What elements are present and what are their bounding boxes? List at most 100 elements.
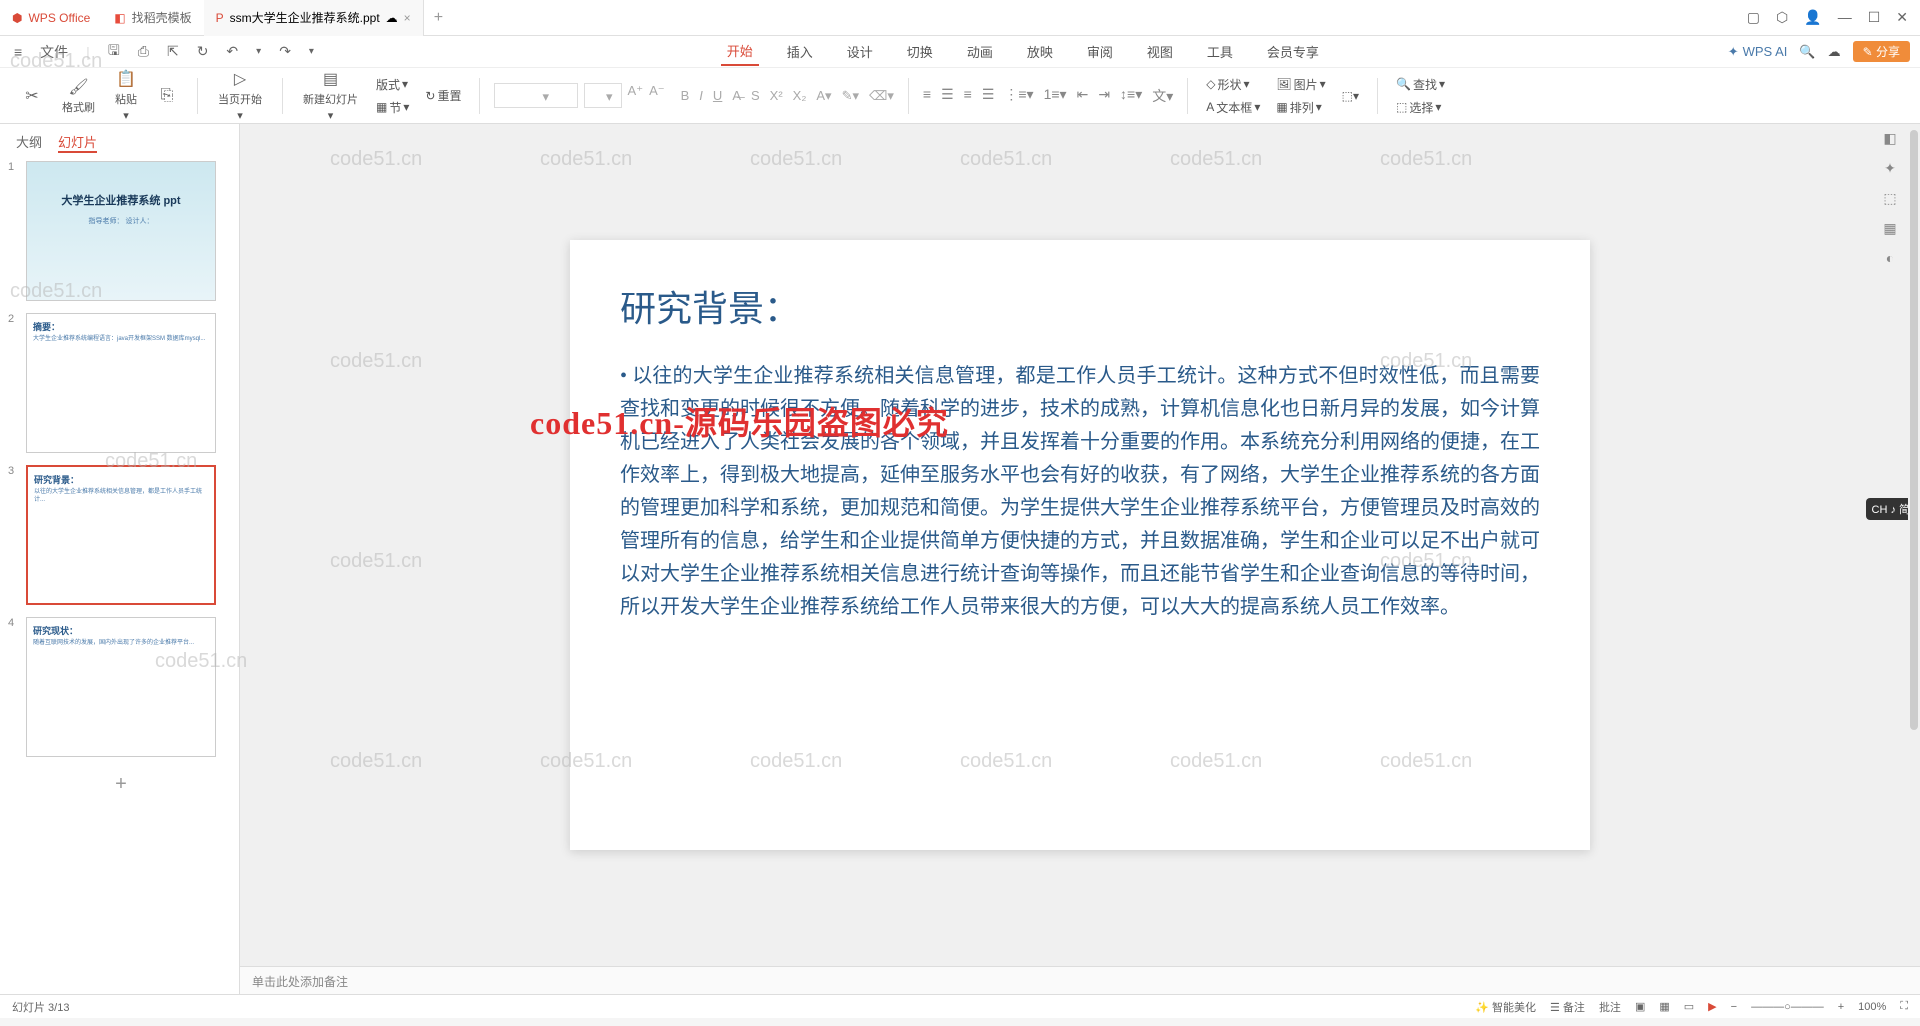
tab-view[interactable]: 视图: [1141, 38, 1179, 65]
subscript-button[interactable]: X₂: [793, 88, 807, 104]
tab-start[interactable]: 开始: [721, 37, 759, 66]
thumb-4[interactable]: 4 研究现状：随着互联网技术的发展，国内外出现了许多的企业推荐平台...: [8, 617, 231, 757]
indent-increase-icon[interactable]: ⇥: [1098, 86, 1110, 106]
paste-button[interactable]: 📋粘贴 ▾: [109, 69, 143, 122]
cloud-sync-icon[interactable]: ☁: [1828, 44, 1841, 60]
app-tab-template[interactable]: ◧ 找稻壳模板: [102, 0, 203, 36]
textbox-button[interactable]: A 文本框 ▾: [1202, 97, 1264, 118]
wps-ai-button[interactable]: ✦ WPS AI: [1728, 44, 1788, 60]
superscript-button[interactable]: X²: [770, 88, 783, 104]
user-icon[interactable]: 👤: [1804, 9, 1821, 26]
italic-button[interactable]: I: [699, 88, 703, 104]
view-normal-icon[interactable]: ▣: [1635, 1000, 1645, 1013]
notes-toggle[interactable]: ☰ 备注: [1550, 999, 1585, 1015]
app-tab-wps[interactable]: ⬢ WPS Office: [0, 0, 102, 36]
justify-icon[interactable]: ☰: [982, 86, 995, 106]
strike-button[interactable]: S: [751, 88, 760, 104]
strikethrough-button[interactable]: A̶: [732, 88, 741, 104]
print-icon[interactable]: ⎙: [134, 41, 153, 62]
find-button[interactable]: 🔍 查找 ▾: [1392, 74, 1449, 95]
align-center-icon[interactable]: ☰: [941, 86, 954, 106]
font-size-select[interactable]: ▾: [584, 83, 622, 108]
bold-button[interactable]: B: [681, 88, 690, 104]
side-tool-1[interactable]: ◧: [1880, 130, 1900, 150]
export-icon[interactable]: ⇱: [163, 41, 183, 62]
notes-input[interactable]: 单击此处添加备注: [240, 966, 1920, 994]
tab-animation[interactable]: 动画: [961, 38, 999, 65]
side-tool-3[interactable]: ⬚: [1880, 190, 1900, 210]
reset-button[interactable]: ↻ 重置: [421, 85, 465, 106]
maximize-button[interactable]: ☐: [1868, 9, 1881, 26]
font-color-button[interactable]: A▾: [816, 88, 831, 104]
format-painter-button[interactable]: 🖌格式刷: [56, 77, 101, 115]
save-icon[interactable]: 🖫: [104, 38, 124, 66]
scrollbar-thumb[interactable]: [1910, 130, 1918, 730]
font-family-select[interactable]: ▾: [494, 83, 578, 108]
line-spacing-icon[interactable]: ↕≡▾: [1120, 86, 1142, 106]
select-button[interactable]: ⬚ 选择 ▾: [1392, 97, 1449, 118]
slide-title[interactable]: 研究背景：: [620, 280, 1540, 332]
layout-button[interactable]: 版式 ▾: [372, 74, 413, 95]
zoom-label[interactable]: 100%: [1858, 1001, 1886, 1013]
close-window-button[interactable]: ✕: [1896, 9, 1908, 26]
text-direction-icon[interactable]: 文▾: [1152, 86, 1173, 106]
outline-tab[interactable]: 大纲: [16, 132, 42, 153]
zoom-out-icon[interactable]: −: [1731, 1001, 1737, 1013]
share-button[interactable]: ✎ 分享: [1853, 41, 1910, 62]
thumb-1[interactable]: 1 大学生企业推荐系统 ppt指导老师： 设计人：: [8, 161, 231, 301]
window-box-icon[interactable]: ▢: [1747, 9, 1760, 26]
slide-canvas[interactable]: 研究背景： 以往的大学生企业推荐系统相关信息管理，都是工作人员手工统计。这种方式…: [570, 240, 1590, 850]
align-left-icon[interactable]: ≡: [923, 86, 931, 106]
refresh-icon[interactable]: ↻: [193, 41, 213, 62]
view-sorter-icon[interactable]: ▦: [1659, 1000, 1669, 1013]
hamburger-icon[interactable]: ≡: [10, 42, 26, 62]
close-tab-icon[interactable]: ×: [404, 11, 411, 25]
tab-tools[interactable]: 工具: [1201, 38, 1239, 65]
undo-icon[interactable]: ↶: [222, 41, 242, 62]
tab-insert[interactable]: 插入: [781, 38, 819, 65]
side-tool-4[interactable]: ▦: [1880, 220, 1900, 240]
arrange-button[interactable]: ▦ 排列 ▾: [1272, 97, 1329, 118]
cut-button[interactable]: ✂: [16, 86, 48, 106]
tab-slideshow[interactable]: 放映: [1021, 38, 1059, 65]
new-tab-button[interactable]: +: [424, 9, 453, 27]
tab-design[interactable]: 设计: [841, 38, 879, 65]
minimize-button[interactable]: —: [1838, 9, 1852, 26]
side-tool-5[interactable]: ◐: [1880, 250, 1900, 270]
section-button[interactable]: ▦ 节 ▾: [372, 97, 413, 118]
app-tab-file[interactable]: P ssm大学生企业推荐系统.ppt ☁ ×: [204, 0, 424, 36]
side-tool-2[interactable]: ✦: [1880, 160, 1900, 180]
tab-transition[interactable]: 切换: [901, 38, 939, 65]
comments-toggle[interactable]: 批注: [1599, 999, 1621, 1015]
increase-font-icon[interactable]: A⁺: [628, 83, 644, 108]
style-button[interactable]: ⬚▾: [1338, 87, 1363, 105]
fit-icon[interactable]: ⛶: [1900, 1000, 1908, 1013]
add-slide-button[interactable]: +: [26, 769, 216, 799]
image-button[interactable]: 🖼 图片 ▾: [1272, 74, 1329, 95]
tab-review[interactable]: 审阅: [1081, 38, 1119, 65]
underline-button[interactable]: U: [713, 88, 722, 104]
slide-body-text[interactable]: 以往的大学生企业推荐系统相关信息管理，都是工作人员手工统计。这种方式不但时效性低…: [620, 360, 1540, 624]
zoom-slider[interactable]: ———○———: [1751, 1001, 1824, 1013]
clear-format-button[interactable]: ⌫▾: [869, 88, 894, 104]
file-menu[interactable]: 文件: [36, 40, 72, 64]
bullets-icon[interactable]: ⋮≡▾: [1004, 86, 1033, 106]
thumb-2[interactable]: 2 摘要：大学生企业推荐系统编程语言：java开发框架SSM 数据库mysql.…: [8, 313, 231, 453]
start-from-current-button[interactable]: ▷当页开始 ▾: [212, 69, 268, 122]
thumb-3[interactable]: 3 研究背景：以往的大学生企业推荐系统相关信息管理，都是工作人员手工统计...: [8, 465, 231, 605]
shape-button[interactable]: ◇ 形状 ▾: [1202, 74, 1264, 95]
zoom-in-icon[interactable]: +: [1838, 1001, 1844, 1013]
indent-decrease-icon[interactable]: ⇤: [1077, 86, 1089, 106]
view-reading-icon[interactable]: ▭: [1684, 1000, 1694, 1013]
slides-tab[interactable]: 幻灯片: [58, 132, 97, 153]
decrease-font-icon[interactable]: A⁻: [649, 83, 665, 108]
copy-button[interactable]: ⎘: [151, 86, 183, 106]
smart-beautify[interactable]: ✨ 智能美化: [1475, 999, 1536, 1015]
redo-icon[interactable]: ↷: [275, 41, 295, 62]
window-hex-icon[interactable]: ⬡: [1776, 9, 1788, 26]
tab-vip[interactable]: 会员专享: [1261, 38, 1325, 65]
search-icon[interactable]: 🔍: [1799, 44, 1815, 60]
highlight-button[interactable]: ✎▾: [842, 88, 859, 104]
numbering-icon[interactable]: 1≡▾: [1044, 86, 1067, 106]
new-slide-button[interactable]: ▤新建幻灯片 ▾: [297, 69, 364, 122]
